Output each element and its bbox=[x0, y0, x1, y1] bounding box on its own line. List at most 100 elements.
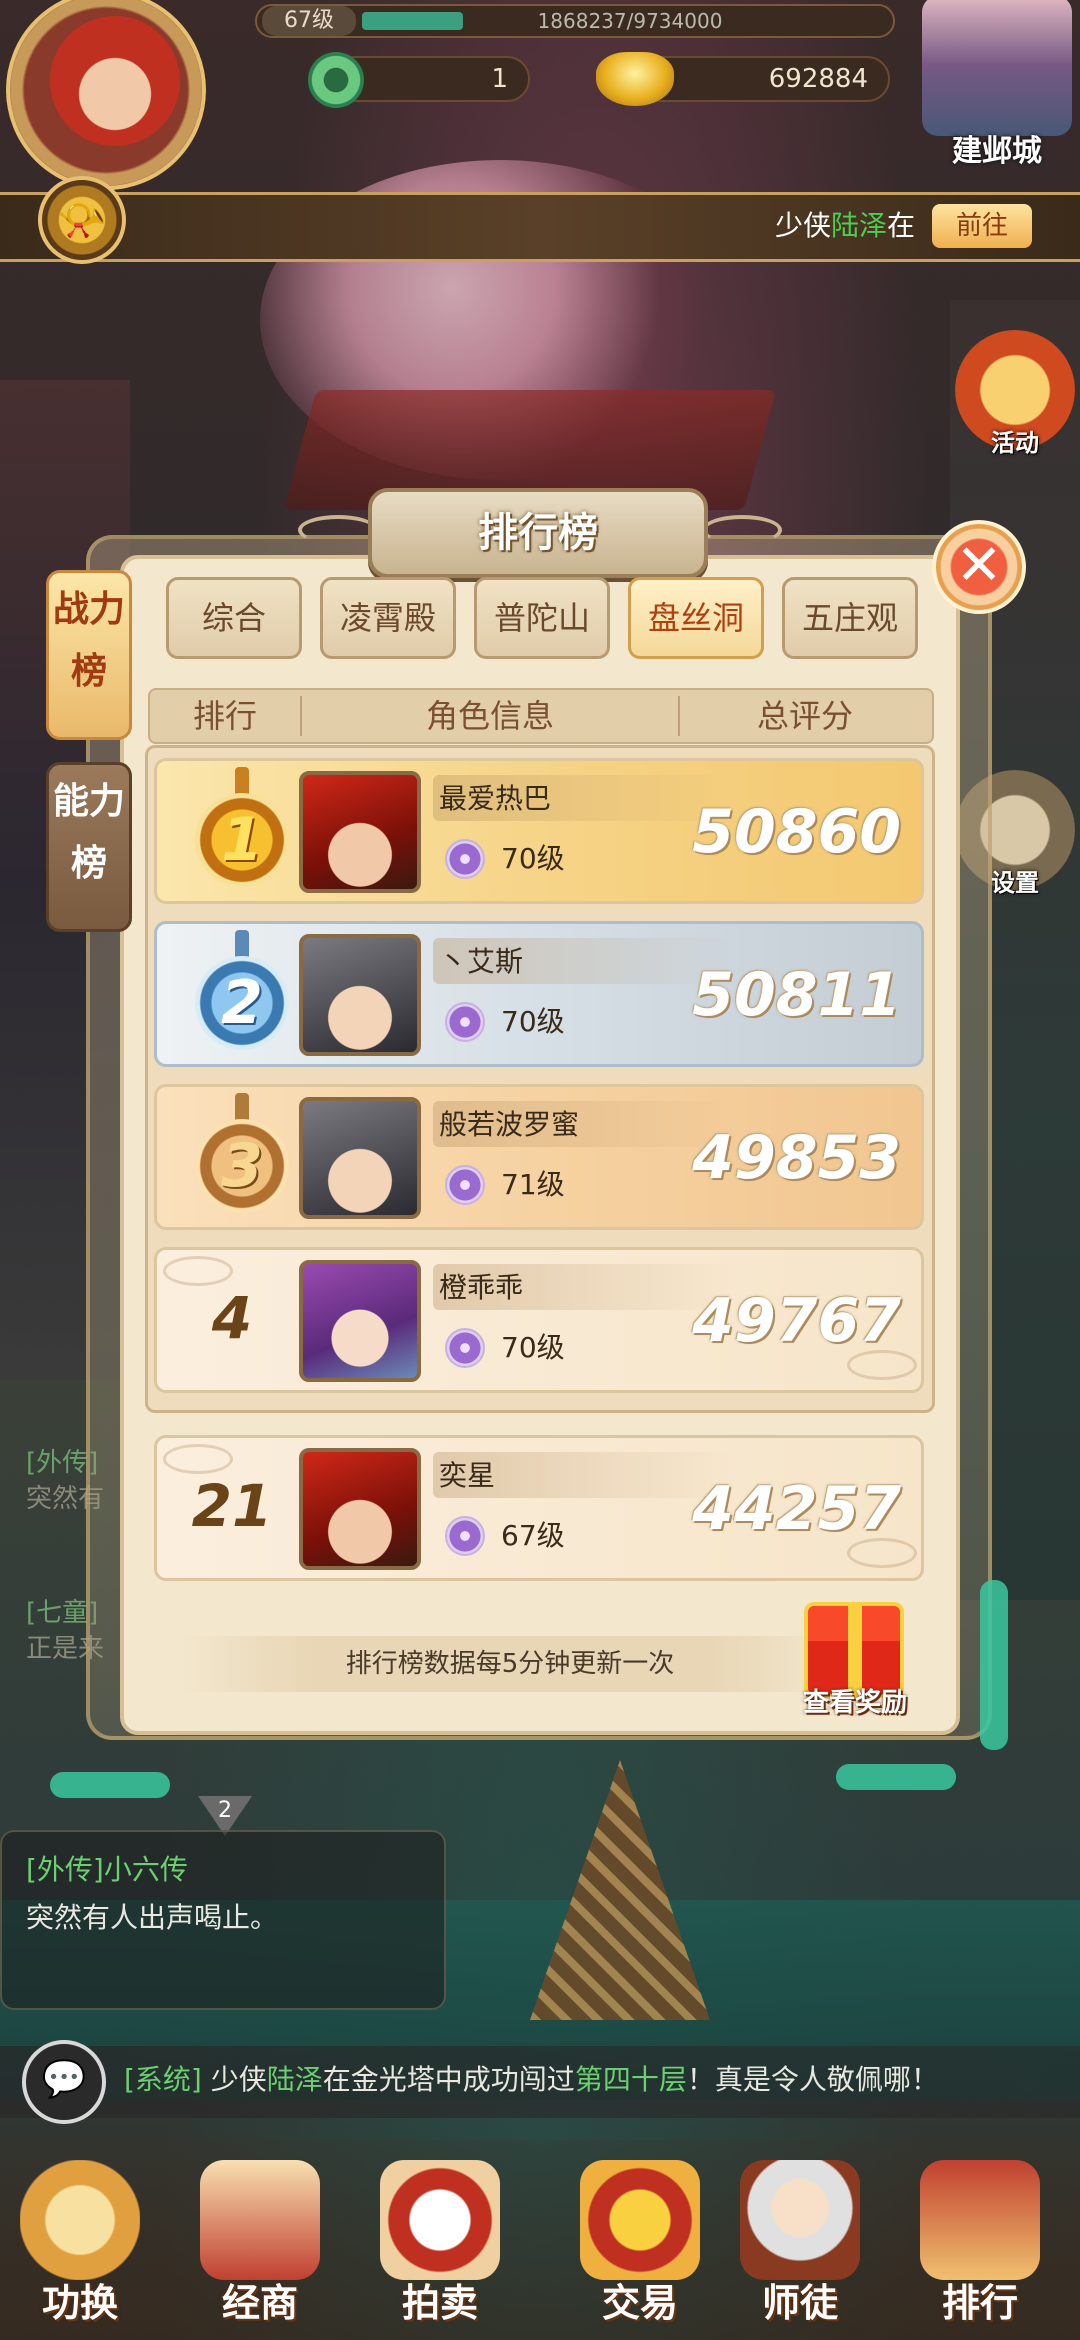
rank-1-player-name: 最爱热巴 bbox=[439, 782, 552, 815]
panel-title-plate: 排行榜 bbox=[368, 488, 708, 578]
mentor-icon bbox=[740, 2160, 860, 2280]
column-info: 角色信息 bbox=[425, 697, 554, 735]
tab-power-label-1: 战力 bbox=[52, 589, 125, 630]
view-reward-button[interactable]: 查看奖励 bbox=[790, 1602, 920, 1732]
player-avatar[interactable] bbox=[6, 0, 206, 190]
sect-icon bbox=[445, 1328, 485, 1368]
tab-ability-label-1: 能力 bbox=[52, 781, 125, 822]
sect-icon bbox=[445, 1165, 485, 1205]
goto-button[interactable]: 前往 bbox=[932, 204, 1032, 248]
exp-text: 1868237/9734000 bbox=[537, 9, 723, 33]
tab-power-label-2: 榜 bbox=[70, 651, 107, 692]
system-part2: 在金光塔中成功闯过 bbox=[322, 2063, 575, 2096]
rank-row-1[interactable]: 1 最爱热巴 70级 50860 bbox=[154, 758, 924, 904]
system-floor: 第四十层 bbox=[574, 2063, 687, 2096]
my-score: 44257 bbox=[692, 1474, 901, 1544]
nav-exchange-label: 功换 bbox=[41, 2281, 118, 2325]
rank-3-number: 3 bbox=[195, 1119, 289, 1213]
rank-3-medal-icon: 3 bbox=[187, 1093, 297, 1223]
faction-tab-lingxiao[interactable]: 凌霄殿 bbox=[320, 577, 456, 659]
system-part3: ！真是令人敬佩哪！ bbox=[686, 2063, 939, 2096]
rank-1-number: 1 bbox=[195, 793, 289, 887]
column-header: 排行 角色信息 总评分 bbox=[148, 688, 934, 744]
nav-auction[interactable]: 拍卖 bbox=[360, 2160, 520, 2340]
rank-1-score: 50860 bbox=[692, 797, 901, 867]
horn-icon[interactable]: 📯 bbox=[38, 176, 126, 264]
sect-icon bbox=[445, 1516, 485, 1556]
my-level: 67级 bbox=[501, 1519, 565, 1552]
close-icon: ✕ bbox=[955, 533, 1003, 598]
notice-suffix: 在 bbox=[887, 209, 916, 242]
rank-2-number: 2 bbox=[195, 956, 289, 1050]
rank-1-portrait bbox=[299, 771, 421, 893]
exp-fill bbox=[362, 12, 463, 30]
rank-2-score: 50811 bbox=[692, 960, 901, 1030]
cloud-ornament bbox=[163, 1444, 233, 1474]
nav-business[interactable]: 经商 bbox=[180, 2160, 340, 2340]
chat-tag: [外传]小六传 bbox=[26, 1853, 188, 1886]
update-note: 排行榜数据每5分钟更新一次 bbox=[180, 1636, 840, 1692]
rank-4-portrait bbox=[299, 1260, 421, 1382]
rank-row-4[interactable]: 4 橙乖乖 70级 49767 bbox=[154, 1247, 924, 1393]
column-rank: 排行 bbox=[192, 697, 257, 735]
rank-4-number: 4 bbox=[211, 1284, 253, 1352]
title-ornament-right bbox=[702, 515, 782, 545]
scroll-icon bbox=[200, 2160, 320, 2280]
player-level: 67级 bbox=[262, 6, 356, 36]
tab-power-ranking[interactable]: 战力 榜 bbox=[46, 570, 132, 740]
nav-ranking-label: 排行 bbox=[941, 2281, 1018, 2325]
rank-1-medal-icon: 1 bbox=[187, 767, 297, 897]
panel-title: 排行榜 bbox=[478, 510, 598, 556]
faction-tab-pansi[interactable]: 盘丝洞 bbox=[628, 577, 764, 659]
column-score: 总评分 bbox=[756, 697, 853, 735]
chat-bubble-icon[interactable]: 💬 bbox=[22, 2040, 106, 2124]
rank-3-player-name: 般若波罗蜜 bbox=[439, 1108, 580, 1141]
rank-2-player-name: 丶艾斯 bbox=[439, 945, 524, 978]
view-reward-label: 查看奖励 bbox=[802, 1688, 907, 1718]
system-tag: [系统] bbox=[124, 2063, 202, 2096]
rank-1-level: 70级 bbox=[501, 842, 565, 875]
city-button[interactable]: 建邺城 bbox=[912, 0, 1080, 186]
notice-prefix: 少侠 bbox=[775, 209, 832, 242]
my-rank-row[interactable]: 21 奕星 67级 44257 bbox=[154, 1435, 924, 1581]
activity-button[interactable]: 活动 bbox=[955, 330, 1075, 457]
city-label: 建邺城 bbox=[952, 134, 1042, 169]
nav-trade[interactable]: 交易 bbox=[560, 2160, 720, 2340]
rank-3-level: 71级 bbox=[501, 1168, 565, 1201]
nav-exchange[interactable]: 功换 bbox=[0, 2160, 160, 2340]
title-ornament-left bbox=[298, 515, 378, 545]
scenery-tower bbox=[530, 1760, 710, 2020]
rank-2-level: 70级 bbox=[501, 1005, 565, 1038]
rank-2-portrait bbox=[299, 934, 421, 1056]
close-button[interactable]: ✕ bbox=[932, 520, 1026, 614]
system-player-name: 陆泽 bbox=[266, 2063, 323, 2096]
system-message: [系统] 少侠陆泽在金光塔中成功闯过第四十层！真是令人敬佩哪！ bbox=[124, 2058, 939, 2102]
sect-icon bbox=[445, 1002, 485, 1042]
rank-4-score: 49767 bbox=[692, 1286, 901, 1356]
rank-3-score: 49853 bbox=[692, 1123, 901, 1193]
chat-message: 突然有人出声喝止。 bbox=[26, 1901, 279, 1934]
rank-row-2[interactable]: 2 丶艾斯 70级 50811 bbox=[154, 921, 924, 1067]
system-part1: 少侠 bbox=[210, 2063, 267, 2096]
jade-cloud-ornament bbox=[836, 1764, 956, 1790]
rank-3-portrait bbox=[299, 1097, 421, 1219]
shop-icon bbox=[380, 2160, 500, 2280]
coin-icon bbox=[580, 2160, 700, 2280]
tab-ability-ranking[interactable]: 能力 榜 bbox=[46, 762, 132, 932]
faction-tab-putuo[interactable]: 普陀山 bbox=[474, 577, 610, 659]
nav-ranking[interactable]: 排行 bbox=[900, 2160, 1060, 2340]
nav-mentor-label: 师徒 bbox=[761, 2281, 838, 2325]
rank-row-3[interactable]: 3 般若波罗蜜 71级 49853 bbox=[154, 1084, 924, 1230]
ranking-icon bbox=[920, 2160, 1040, 2280]
nav-mentor[interactable]: 师徒 bbox=[720, 2160, 880, 2340]
activity-label: 活动 bbox=[991, 429, 1039, 457]
faction-tab-all[interactable]: 综合 bbox=[166, 577, 302, 659]
exchange-icon bbox=[20, 2160, 140, 2280]
sect-icon bbox=[445, 839, 485, 879]
gold-ingot-icon bbox=[596, 52, 674, 106]
notice-text: 少侠陆泽在 bbox=[775, 206, 915, 246]
cloud-ornament bbox=[163, 1256, 233, 1286]
my-player-name: 奕星 bbox=[439, 1459, 496, 1492]
nav-auction-label: 拍卖 bbox=[401, 2281, 478, 2325]
faction-tab-wuzhuang[interactable]: 五庄观 bbox=[782, 577, 918, 659]
